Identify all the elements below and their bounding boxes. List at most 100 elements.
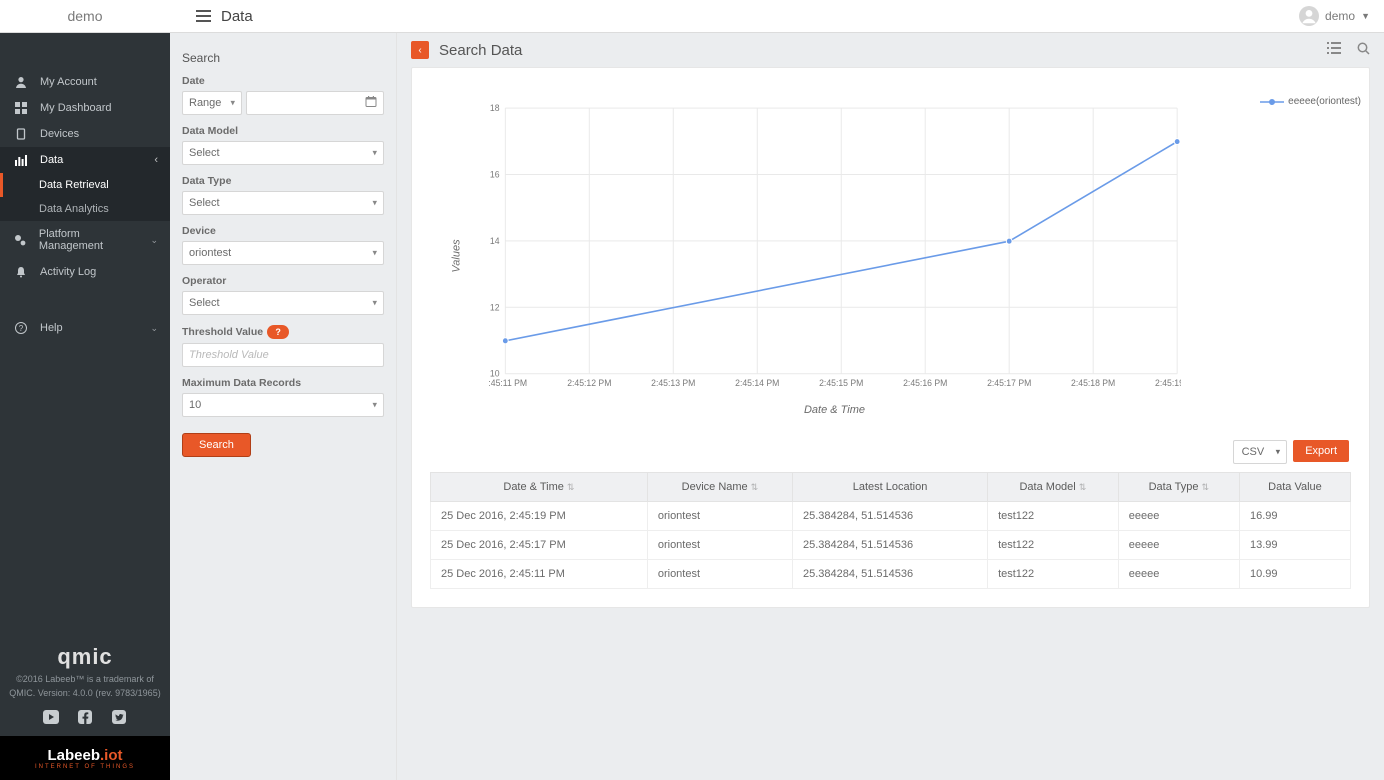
table-cell: oriontest xyxy=(647,502,792,531)
svg-text:2:45:19 PM: 2:45:19 PM xyxy=(1155,378,1181,388)
user-name: demo xyxy=(1325,9,1355,23)
help-icon: ? xyxy=(12,322,30,334)
calendar-icon xyxy=(365,96,377,111)
table-cell: 10.99 xyxy=(1239,560,1350,589)
table-header[interactable]: Data Type⇅ xyxy=(1118,473,1239,502)
sidebar-subitem-data-analytics[interactable]: Data Analytics xyxy=(0,197,170,221)
threshold-input[interactable] xyxy=(182,343,384,367)
table-header[interactable]: Date & Time⇅ xyxy=(431,473,648,502)
table-cell: oriontest xyxy=(647,560,792,589)
table-cell: 25 Dec 2016, 2:45:11 PM xyxy=(431,560,648,589)
svg-text:2:45:14 PM: 2:45:14 PM xyxy=(735,378,779,388)
sidebar-item-help[interactable]: ? Help ⌄ xyxy=(0,315,170,341)
caret-down-icon: ▾ xyxy=(372,148,377,159)
caret-down-icon: ▾ xyxy=(372,400,377,411)
svg-text:2:45:16 PM: 2:45:16 PM xyxy=(903,378,947,388)
qmic-logo: qmic xyxy=(6,640,164,673)
sidebar-item-platform-management[interactable]: Platform Management ⌄ xyxy=(0,221,170,259)
sidebar-item-devices[interactable]: Devices xyxy=(0,121,170,147)
sidebar-item-activity-log[interactable]: Activity Log xyxy=(0,259,170,285)
sidebar-subitem-label: Data Retrieval xyxy=(39,179,109,191)
table-row[interactable]: 25 Dec 2016, 2:45:19 PMoriontest25.38428… xyxy=(431,502,1351,531)
results-card: Values eeeee(oriontest) 10121416182:45:1… xyxy=(411,67,1370,608)
table-header: Data Value xyxy=(1239,473,1350,502)
user-menu[interactable]: demo ▼ xyxy=(1299,0,1370,32)
menu-toggle-icon[interactable] xyxy=(196,10,211,22)
chart-x-axis-label: Date & Time xyxy=(488,404,1181,416)
data-type-select[interactable]: Select▾ xyxy=(182,191,384,215)
svg-text:16: 16 xyxy=(490,169,500,179)
table-row[interactable]: 25 Dec 2016, 2:45:17 PMoriontest25.38428… xyxy=(431,531,1351,560)
table-cell: eeeee xyxy=(1118,560,1239,589)
topbar: demo Data demo ▼ xyxy=(0,0,1384,33)
sidebar-item-label: Platform Management xyxy=(39,228,141,252)
avatar-icon xyxy=(1299,6,1319,26)
sort-icon: ⇅ xyxy=(1079,482,1087,492)
bell-icon xyxy=(12,266,30,278)
svg-text:12: 12 xyxy=(490,302,500,312)
back-button[interactable]: ‹ xyxy=(411,41,429,59)
table-cell: 25.384284, 51.514536 xyxy=(793,560,988,589)
chart-plot-area[interactable]: 10121416182:45:11 PM2:45:12 PM2:45:13 PM… xyxy=(488,102,1181,396)
svg-text:2:45:13 PM: 2:45:13 PM xyxy=(651,378,695,388)
sidebar-subitem-data-retrieval[interactable]: Data Retrieval xyxy=(0,173,170,197)
svg-text:18: 18 xyxy=(490,103,500,113)
sidebar-item-label: My Account xyxy=(40,76,97,88)
date-mode-select[interactable]: Range▾ xyxy=(182,91,242,115)
chart-icon xyxy=(12,154,30,166)
svg-text:2:45:11 PM: 2:45:11 PM xyxy=(488,378,527,388)
table-cell: 25 Dec 2016, 2:45:17 PM xyxy=(431,531,648,560)
export-format-select[interactable]: CSV▾ xyxy=(1233,440,1288,464)
date-range-input[interactable] xyxy=(246,91,384,115)
device-select[interactable]: oriontest▾ xyxy=(182,241,384,265)
table-header[interactable]: Data Model⇅ xyxy=(988,473,1119,502)
help-badge-icon[interactable]: ? xyxy=(267,325,289,339)
svg-text:2:45:15 PM: 2:45:15 PM xyxy=(819,378,863,388)
caret-down-icon: ▾ xyxy=(372,198,377,209)
operator-select[interactable]: Select▾ xyxy=(182,291,384,315)
sidebar-item-my-dashboard[interactable]: My Dashboard xyxy=(0,95,170,121)
sidebar-item-label: Activity Log xyxy=(40,266,96,278)
max-records-select[interactable]: 10▾ xyxy=(182,393,384,417)
page-title: Search Data xyxy=(439,42,522,59)
chevron-down-icon: ⌄ xyxy=(150,235,158,246)
table-cell: 25.384284, 51.514536 xyxy=(793,502,988,531)
svg-text:2:45:12 PM: 2:45:12 PM xyxy=(567,378,611,388)
twitter-icon[interactable] xyxy=(110,708,128,726)
table-cell: test122 xyxy=(988,531,1119,560)
table-cell: oriontest xyxy=(647,531,792,560)
caret-down-icon: ▾ xyxy=(1276,447,1281,458)
caret-down-icon: ▾ xyxy=(372,248,377,259)
sidebar: My Account My Dashboard Devices Data ‹ D… xyxy=(0,33,170,780)
table-cell: 25.384284, 51.514536 xyxy=(793,531,988,560)
youtube-icon[interactable] xyxy=(42,708,60,726)
export-button[interactable]: Export xyxy=(1293,440,1349,462)
threshold-label: Threshold Value? xyxy=(182,325,384,339)
search-icon[interactable] xyxy=(1357,42,1370,58)
search-panel: Search Date Range▾ Data Model Select▾ Da… xyxy=(170,33,397,780)
sidebar-subnav-data: Data Retrieval Data Analytics xyxy=(0,173,170,221)
list-view-icon[interactable] xyxy=(1327,42,1341,58)
caret-down-icon: ▾ xyxy=(230,98,235,109)
chevron-down-icon: ⌄ xyxy=(150,323,158,334)
facebook-icon[interactable] xyxy=(76,708,94,726)
device-label: Device xyxy=(182,225,384,237)
sidebar-item-my-account[interactable]: My Account xyxy=(0,69,170,95)
svg-text:2:45:18 PM: 2:45:18 PM xyxy=(1071,378,1115,388)
max-records-label: Maximum Data Records xyxy=(182,377,384,389)
table-header[interactable]: Device Name⇅ xyxy=(647,473,792,502)
table-cell: eeeee xyxy=(1118,531,1239,560)
sidebar-subitem-label: Data Analytics xyxy=(39,203,109,215)
sort-icon: ⇅ xyxy=(751,482,759,492)
table-row[interactable]: 25 Dec 2016, 2:45:11 PMoriontest25.38428… xyxy=(431,560,1351,589)
svg-text:?: ? xyxy=(19,324,24,333)
cogs-icon xyxy=(12,234,29,246)
table-cell: 25 Dec 2016, 2:45:19 PM xyxy=(431,502,648,531)
caret-down-icon: ▼ xyxy=(1361,11,1370,21)
search-button[interactable]: Search xyxy=(182,433,251,457)
legend-swatch-icon xyxy=(1260,97,1284,107)
date-label: Date xyxy=(182,75,384,87)
sidebar-item-data[interactable]: Data ‹ xyxy=(0,147,170,173)
data-model-select[interactable]: Select▾ xyxy=(182,141,384,165)
table-cell: test122 xyxy=(988,560,1119,589)
